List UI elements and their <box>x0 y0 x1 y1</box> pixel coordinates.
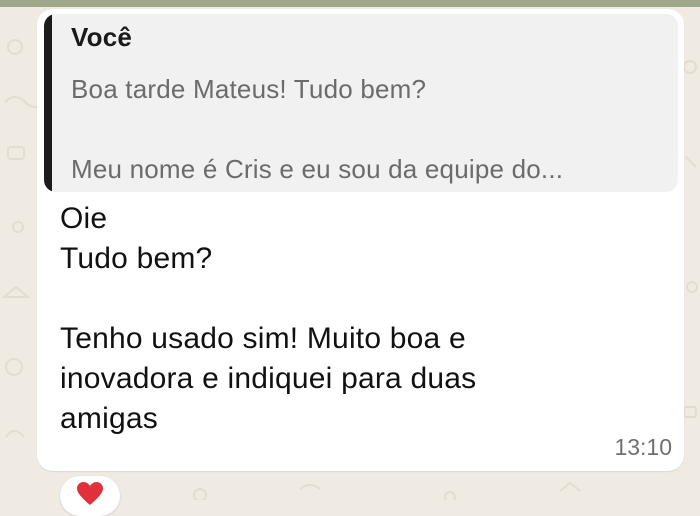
message-timestamp: 13:10 <box>614 434 672 460</box>
quote-accent-bar <box>44 14 52 192</box>
quoted-message[interactable]: Você Boa tarde Mateus! Tudo bem? Meu nom… <box>44 14 678 192</box>
quoted-author: Você <box>71 22 133 52</box>
message-text: Oie Tudo bem? Tenho usado sim! Muito boa… <box>60 202 477 435</box>
quoted-text: Boa tarde Mateus! Tudo bem? Meu nome é C… <box>71 74 564 184</box>
top-edge-strip <box>0 0 700 7</box>
reaction-badge[interactable] <box>60 476 120 516</box>
heart-icon <box>77 482 103 505</box>
message-bubble[interactable]: Você Boa tarde Mateus! Tudo bem? Meu nom… <box>37 9 684 471</box>
